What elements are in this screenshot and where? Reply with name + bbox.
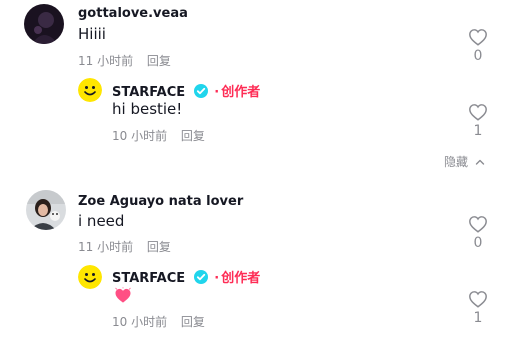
heart-outline-icon bbox=[469, 104, 487, 121]
reply-time: 10 小时前 bbox=[112, 315, 168, 329]
comment-meta: 11 小时前 回复 bbox=[78, 238, 181, 255]
heart-outline-icon bbox=[469, 216, 487, 233]
reply-username[interactable]: STARFACE bbox=[112, 271, 185, 286]
avatar[interactable] bbox=[24, 4, 64, 44]
separator-dot: · bbox=[214, 271, 220, 286]
comment-meta: 11 小时前 回复 bbox=[78, 52, 181, 69]
creator-badge: 创作者 bbox=[221, 85, 261, 100]
heart-outline-icon bbox=[469, 291, 487, 308]
avatar[interactable] bbox=[26, 190, 66, 230]
like-button[interactable]: 0 bbox=[465, 28, 491, 64]
verified-badge-icon bbox=[193, 84, 208, 98]
heart-emoji-icon bbox=[115, 287, 131, 303]
like-count: 1 bbox=[473, 310, 483, 326]
yellow-smiley-avatar-icon bbox=[78, 78, 102, 102]
like-count: 1 bbox=[473, 123, 483, 139]
chevron-up-icon bbox=[475, 159, 485, 165]
reply-button[interactable]: 回复 bbox=[181, 129, 205, 143]
comment-time: 11 小时前 bbox=[78, 240, 134, 254]
comment-time: 11 小时前 bbox=[78, 54, 134, 68]
reply-username-row: STARFACE · 创作者 bbox=[112, 267, 260, 286]
avatar[interactable] bbox=[78, 78, 102, 102]
comment-username[interactable]: Zoe Aguayo nata lover bbox=[78, 194, 243, 209]
reply-text: hi bestie! bbox=[112, 100, 183, 118]
like-button[interactable]: 0 bbox=[465, 215, 491, 251]
reply-button[interactable]: 回复 bbox=[147, 54, 171, 68]
like-button[interactable]: 1 bbox=[465, 103, 491, 139]
reply-username-row: STARFACE · 创作者 bbox=[112, 81, 260, 100]
dark-portrait-avatar-icon bbox=[24, 4, 64, 44]
reply-emoji bbox=[114, 287, 132, 308]
comment-username[interactable]: gottalove.veaa bbox=[78, 6, 188, 21]
avatar[interactable] bbox=[78, 265, 102, 289]
reply-meta: 10 小时前 回复 bbox=[112, 313, 215, 330]
photo-portrait-avatar-icon bbox=[26, 190, 66, 230]
heart-outline-icon bbox=[469, 29, 487, 46]
yellow-smiley-avatar-icon bbox=[78, 265, 102, 289]
hide-replies-label: 隐藏 bbox=[444, 155, 469, 169]
hide-replies-button[interactable]: 隐藏 bbox=[444, 153, 485, 170]
reply-time: 10 小时前 bbox=[112, 129, 168, 143]
like-count: 0 bbox=[473, 235, 483, 251]
reply-username[interactable]: STARFACE bbox=[112, 85, 185, 100]
creator-badge: 创作者 bbox=[221, 271, 261, 286]
like-count: 0 bbox=[473, 48, 483, 64]
reply-button[interactable]: 回复 bbox=[181, 315, 205, 329]
comment-text: i need bbox=[78, 212, 125, 230]
like-button[interactable]: 1 bbox=[465, 290, 491, 326]
reply-meta: 10 小时前 回复 bbox=[112, 127, 215, 144]
comment-text: Hiiii bbox=[78, 25, 106, 43]
reply-button[interactable]: 回复 bbox=[147, 240, 171, 254]
separator-dot: · bbox=[214, 85, 220, 100]
verified-badge-icon bbox=[193, 270, 208, 284]
